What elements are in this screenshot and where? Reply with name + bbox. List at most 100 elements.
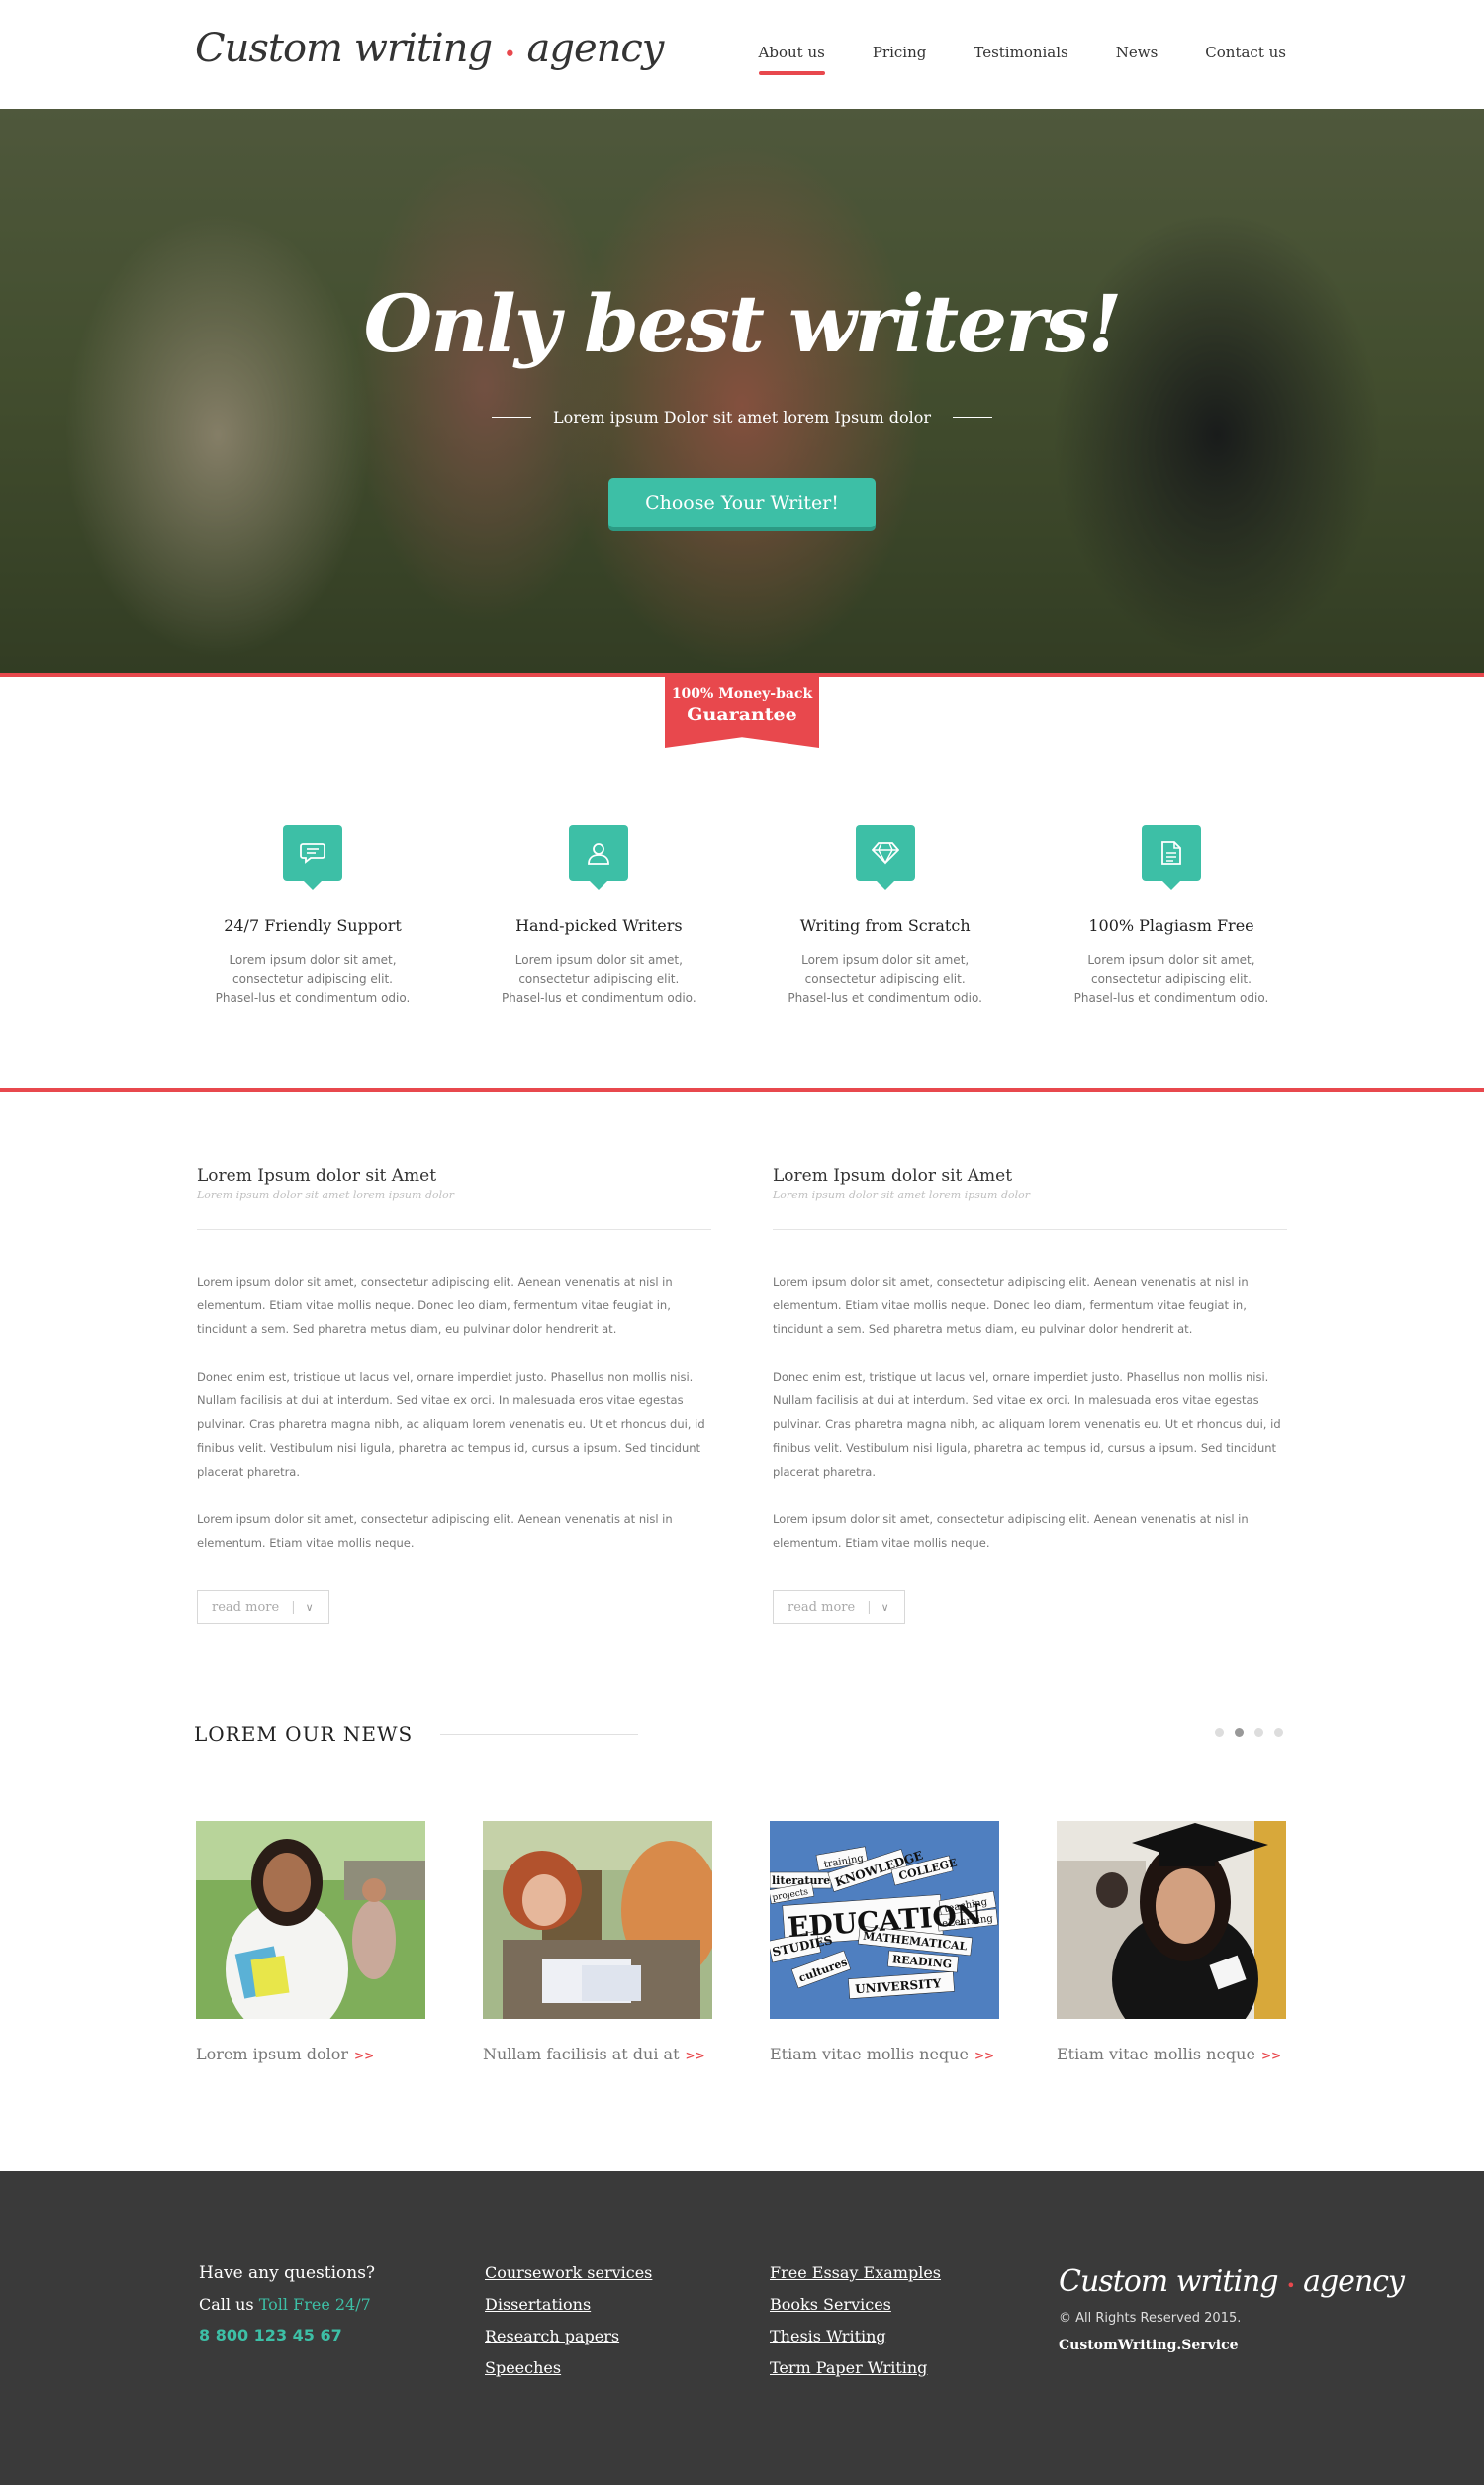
- carousel-dot-active[interactable]: [1235, 1728, 1244, 1737]
- hero-bottom-divider: [0, 673, 1484, 677]
- logo-main-text: Custom writing: [195, 26, 493, 71]
- article-paragraph: Donec enim est, tristique ut lacus vel, …: [197, 1370, 705, 1479]
- money-back-ribbon: 100% Money-back Guarantee: [665, 677, 819, 748]
- footer-brand-block: Custom writing • agency © All Rights Res…: [1059, 2264, 1405, 2353]
- site-header: Custom writing • agency About us Pricing…: [0, 0, 1484, 109]
- nav-about-us[interactable]: About us: [758, 44, 826, 75]
- hero-subtitle-text: Lorem ipsum Dolor sit amet lorem Ipsum d…: [553, 408, 931, 427]
- footer-link-free-essays[interactable]: Free Essay Examples: [770, 2263, 941, 2282]
- user-icon: [569, 825, 629, 890]
- footer-link-dissertations[interactable]: Dissertations: [485, 2295, 652, 2314]
- footer-link-thesis[interactable]: Thesis Writing: [770, 2327, 941, 2345]
- news-caption-text: Etiam vitae mollis neque: [1057, 2045, 1255, 2063]
- features-bottom-divider: [0, 1088, 1484, 1092]
- news-caption-text: Nullam facilisis at dui at: [483, 2045, 680, 2063]
- footer-links-resources: Free Essay Examples Books Services Thesi…: [770, 2263, 941, 2390]
- news-item[interactable]: Etiam vitae mollis neque >>: [1057, 1821, 1286, 2063]
- feature-scratch: Writing from Scratch Lorem ipsum dolor s…: [767, 825, 1004, 1007]
- nav-contact-us[interactable]: Contact us: [1205, 44, 1286, 75]
- footer-question: Have any questions?: [199, 2263, 376, 2283]
- footer-logo-end: agency: [1303, 2264, 1405, 2299]
- news-image-student[interactable]: [196, 1821, 425, 2019]
- news-caption[interactable]: Etiam vitae mollis neque >>: [1057, 2045, 1286, 2063]
- footer-toll-free: Toll Free 24/7: [258, 2295, 371, 2314]
- article-subtitle: Lorem ipsum dolor sit amet lorem ipsum d…: [197, 1189, 455, 1201]
- hero-banner: Only best writers! Lorem ipsum Dolor sit…: [0, 109, 1484, 673]
- footer-logo[interactable]: Custom writing • agency: [1059, 2264, 1405, 2299]
- news-item[interactable]: Lorem ipsum dolor >>: [196, 1821, 425, 2063]
- article-title: Lorem Ipsum dolor sit Amet: [197, 1166, 437, 1186]
- double-arrow-icon: >>: [974, 2049, 995, 2062]
- double-arrow-icon: >>: [685, 2049, 705, 2062]
- footer-brand-name: CustomWriting.Service: [1059, 2338, 1239, 2353]
- carousel-dot[interactable]: [1215, 1728, 1224, 1737]
- article-right: Lorem Ipsum dolor sit Amet Lorem ipsum d…: [773, 1166, 1287, 1624]
- chevron-down-icon: ∨: [305, 1600, 314, 1614]
- feature-desc: Lorem ipsum dolor sit amet, consectetur …: [788, 953, 982, 1004]
- site-logo[interactable]: Custom writing • agency: [195, 26, 665, 71]
- logo-dot-icon: •: [503, 43, 516, 67]
- news-image-education[interactable]: training literature KNOWLEDGE COLLEGE pr…: [770, 1821, 999, 2019]
- article-paragraph: Lorem ipsum dolor sit amet, consectetur …: [197, 1275, 673, 1336]
- article-divider: [197, 1229, 711, 1230]
- articles-section: Lorem Ipsum dolor sit Amet Lorem ipsum d…: [197, 1166, 1287, 1624]
- feature-title: Hand-picked Writers: [515, 916, 683, 935]
- article-paragraph: Lorem ipsum dolor sit amet, consectetur …: [773, 1275, 1249, 1336]
- news-caption-text: Lorem ipsum dolor: [196, 2045, 349, 2063]
- news-carousel-dots: [1215, 1728, 1283, 1737]
- news-caption[interactable]: Lorem ipsum dolor >>: [196, 2045, 425, 2063]
- document-icon: [1141, 825, 1201, 890]
- news-heading: LOREM OUR NEWS: [194, 1722, 414, 1746]
- logo-dot-icon: •: [1286, 2276, 1295, 2295]
- diamond-icon: [855, 825, 915, 890]
- feature-desc: Lorem ipsum dolor sit amet, consectetur …: [502, 953, 696, 1004]
- news-image-graduate[interactable]: [1057, 1821, 1286, 2019]
- article-subtitle: Lorem ipsum dolor sit amet lorem ipsum d…: [773, 1189, 1031, 1201]
- news-caption[interactable]: Nullam facilisis at dui at >>: [483, 2045, 712, 2063]
- feature-writers: Hand-picked Writers Lorem ipsum dolor si…: [480, 825, 717, 1007]
- read-more-button[interactable]: read more | ∨: [197, 1590, 329, 1624]
- article-divider: [773, 1229, 1287, 1230]
- ribbon-line-1: 100% Money-back: [671, 686, 813, 702]
- choose-writer-button[interactable]: Choose Your Writer!: [608, 478, 876, 527]
- feature-plagiarism: 100% Plagiasm Free Lorem ipsum dolor sit…: [1053, 825, 1290, 1007]
- carousel-dot[interactable]: [1274, 1728, 1283, 1737]
- hero-subtitle-left-rule: [492, 417, 531, 418]
- carousel-dot[interactable]: [1254, 1728, 1263, 1737]
- nav-testimonials[interactable]: Testimonials: [974, 44, 1067, 75]
- site-footer: Have any questions? Call us Toll Free 24…: [0, 2171, 1484, 2485]
- footer-call: Call us Toll Free 24/7: [199, 2295, 375, 2314]
- main-nav: About us Pricing Testimonials News Conta…: [758, 44, 1286, 75]
- feature-title: 24/7 Friendly Support: [224, 916, 402, 935]
- footer-call-prefix: Call us: [199, 2295, 254, 2314]
- hero-title: Only best writers!: [363, 277, 1123, 370]
- read-more-label: read more: [212, 1599, 280, 1615]
- footer-logo-main: Custom writing: [1059, 2264, 1279, 2299]
- features-row: 24/7 Friendly Support Lorem ipsum dolor …: [194, 825, 1290, 1007]
- news-item[interactable]: training literature KNOWLEDGE COLLEGE pr…: [770, 1821, 999, 2063]
- news-image-studying[interactable]: [483, 1821, 712, 2019]
- read-more-separator: |: [867, 1599, 872, 1615]
- news-caption[interactable]: Etiam vitae mollis neque >>: [770, 2045, 999, 2063]
- news-caption-text: Etiam vitae mollis neque: [770, 2045, 969, 2063]
- feature-title: 100% Plagiasm Free: [1088, 916, 1254, 935]
- read-more-button[interactable]: read more | ∨: [773, 1590, 905, 1624]
- read-more-label: read more: [788, 1599, 856, 1615]
- footer-link-coursework[interactable]: Coursework services: [485, 2263, 652, 2282]
- feature-support: 24/7 Friendly Support Lorem ipsum dolor …: [194, 825, 431, 1007]
- chat-bubble-icon: [283, 825, 342, 890]
- nav-news[interactable]: News: [1116, 44, 1159, 75]
- read-more-separator: |: [291, 1599, 296, 1615]
- logo-end-text: agency: [526, 26, 665, 71]
- footer-phone[interactable]: 8 800 123 45 67: [199, 2326, 375, 2344]
- footer-link-research-papers[interactable]: Research papers: [485, 2327, 652, 2345]
- ribbon-line-2: Guarantee: [687, 704, 797, 725]
- news-item[interactable]: Nullam facilisis at dui at >>: [483, 1821, 712, 2063]
- footer-link-books[interactable]: Books Services: [770, 2295, 941, 2314]
- footer-link-term-paper[interactable]: Term Paper Writing: [770, 2358, 941, 2377]
- article-paragraph: Donec enim est, tristique ut lacus vel, …: [773, 1370, 1281, 1479]
- nav-pricing[interactable]: Pricing: [873, 44, 927, 75]
- article-left: Lorem Ipsum dolor sit Amet Lorem ipsum d…: [197, 1166, 711, 1624]
- footer-link-speeches[interactable]: Speeches: [485, 2358, 652, 2377]
- article-paragraph: Lorem ipsum dolor sit amet, consectetur …: [197, 1512, 673, 1550]
